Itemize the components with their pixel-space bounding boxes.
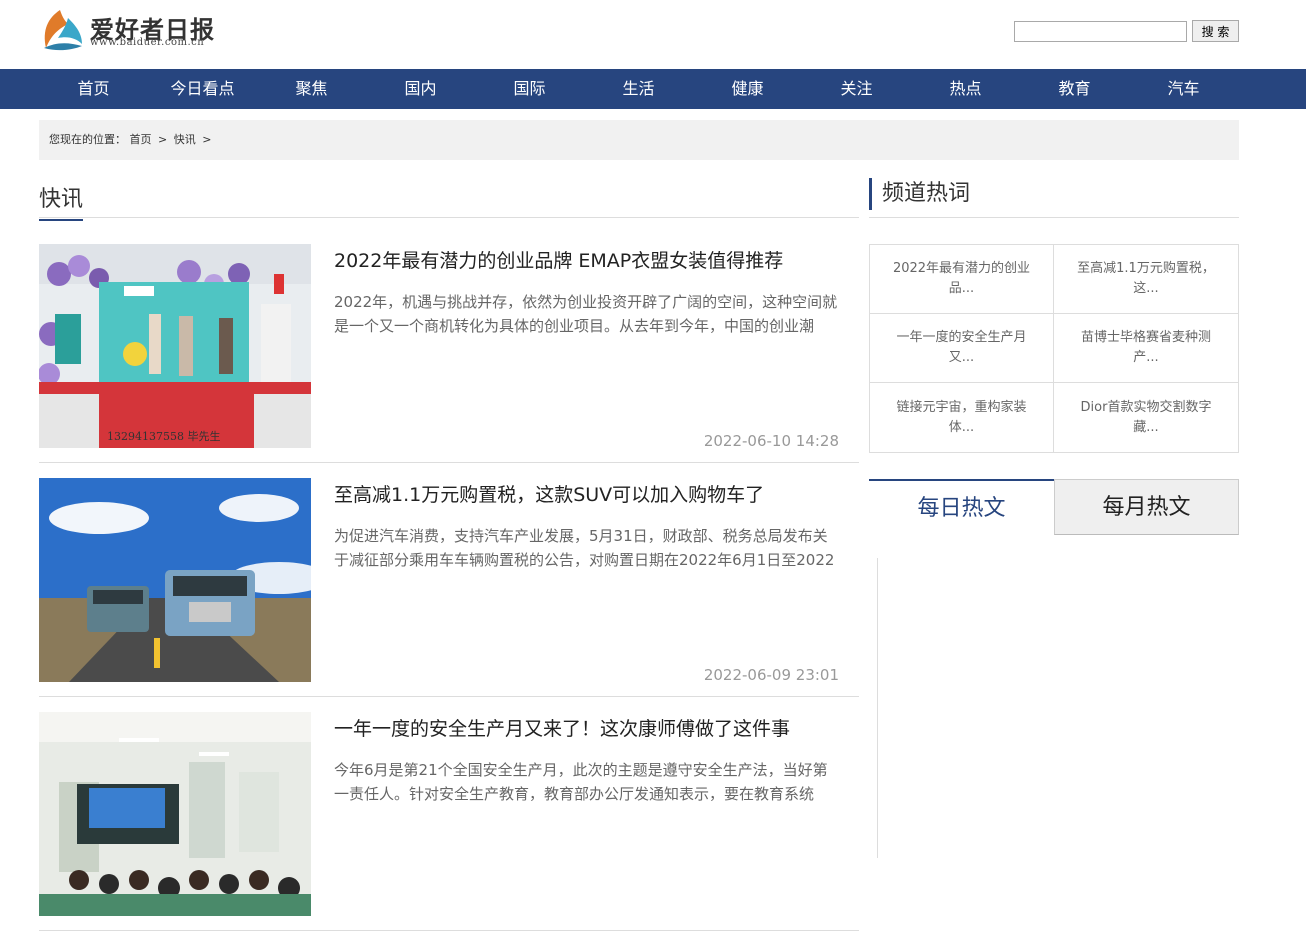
tab-daily-hot[interactable]: 每日热文 [869, 479, 1054, 535]
article-thumbnail[interactable] [39, 712, 311, 916]
hotword-link[interactable]: 链接元宇宙，重构家装体... [870, 383, 1054, 452]
nav-item-health[interactable]: 健康 [693, 69, 802, 109]
article-summary: 为促进汽车消费，支持汽车产业发展，5月31日，财政部、税务总局发布关于减征部分乘… [334, 527, 835, 569]
hot-articles-tabs: 每日热文 每月热文 [869, 479, 1239, 535]
tab-monthly-hot[interactable]: 每月热文 [1054, 479, 1239, 535]
article-title[interactable]: 2022年最有潜力的创业品牌 EMAP衣盟女装值得推荐 [334, 246, 854, 273]
classroom-photo-image [39, 712, 311, 916]
nav-item-focus[interactable]: 聚焦 [257, 69, 366, 109]
hotword-link[interactable]: 至高减1.1万元购置税，这... [1054, 245, 1238, 314]
breadcrumb-separator: > [202, 133, 212, 146]
article-item: 一年一度的安全生产月又来了！这次康师傅做了这件事 今年6月是第21个全国安全生产… [39, 712, 859, 931]
main-nav: 首页 今日看点 聚焦 国内 国际 生活 健康 关注 热点 教育 汽车 [0, 69, 1306, 109]
breadcrumb: 您现在的位置： 首页 > 快讯 > [39, 120, 1239, 160]
logo-url: www.baiduer.com.cn [90, 37, 205, 48]
nav-item-hot[interactable]: 热点 [911, 69, 1020, 109]
site-logo[interactable]: 爱好者日报 www.baiduer.com.cn [38, 6, 238, 56]
nav-item-auto[interactable]: 汽车 [1129, 69, 1238, 109]
breadcrumb-home-link[interactable]: 首页 [130, 133, 152, 146]
nav-item-international[interactable]: 国际 [475, 69, 584, 109]
sidebar-title: 频道热词 [869, 178, 970, 210]
hotword-link[interactable]: Dior首款实物交割数字藏... [1054, 383, 1238, 452]
image-caption: 13294137558 毕先生 [107, 429, 220, 443]
article-item: 至高减1.1万元购置税，这款SUV可以加入购物车了 为促进汽车消费，支持汽车产业… [39, 478, 859, 697]
tab-panel-divider [877, 558, 878, 858]
article-title[interactable]: 至高减1.1万元购置税，这款SUV可以加入购物车了 [334, 480, 854, 507]
article-date: 2022-06-09 23:01 [703, 666, 839, 684]
article-date: 2022-06-10 14:28 [703, 432, 839, 450]
hotword-link[interactable]: 2022年最有潜力的创业品... [870, 245, 1054, 314]
breadcrumb-current-link[interactable]: 快讯 [174, 133, 196, 146]
article-thumbnail[interactable] [39, 478, 311, 682]
sidebar-header: 频道热词 [869, 178, 1239, 218]
hotword-link[interactable]: 一年一度的安全生产月又... [870, 314, 1054, 383]
section-header: 快讯 [39, 178, 859, 221]
hotword-link[interactable]: 苗博士毕格赛省麦种测产... [1054, 314, 1238, 383]
nav-item-home[interactable]: 首页 [39, 69, 148, 109]
breadcrumb-separator: > [158, 133, 168, 146]
article-summary: 今年6月是第21个全国安全生产月，此次的主题是遵守安全生产法，当好第一责任人。针… [334, 761, 828, 803]
article-summary: 2022年，机遇与挑战并存，依然为创业投资开辟了广阔的空间，这种空间就是一个又一… [334, 293, 838, 335]
nav-item-domestic[interactable]: 国内 [366, 69, 475, 109]
article-item: 13294137558 毕先生 2022年最有潜力的创业品牌 EMAP衣盟女装值… [39, 244, 859, 463]
nav-item-education[interactable]: 教育 [1020, 69, 1129, 109]
hotword-grid: 2022年最有潜力的创业品... 至高减1.1万元购置税，这... 一年一度的安… [869, 244, 1239, 453]
search-input[interactable] [1014, 21, 1187, 42]
suv-photo-image [39, 478, 311, 682]
breadcrumb-prefix: 您现在的位置： [49, 133, 126, 146]
site-header: 爱好者日报 www.baiduer.com.cn 搜 索 [0, 0, 1306, 69]
nav-item-attention[interactable]: 关注 [802, 69, 911, 109]
nav-item-today[interactable]: 今日看点 [148, 69, 257, 109]
article-title[interactable]: 一年一度的安全生产月又来了！这次康师傅做了这件事 [334, 714, 854, 741]
article-thumbnail[interactable]: 13294137558 毕先生 [39, 244, 311, 448]
section-title: 快讯 [39, 181, 84, 221]
search-button[interactable]: 搜 索 [1192, 20, 1239, 42]
logo-mark-icon [44, 10, 82, 51]
nav-item-life[interactable]: 生活 [584, 69, 693, 109]
store-photo-image: 13294137558 毕先生 [39, 244, 311, 448]
